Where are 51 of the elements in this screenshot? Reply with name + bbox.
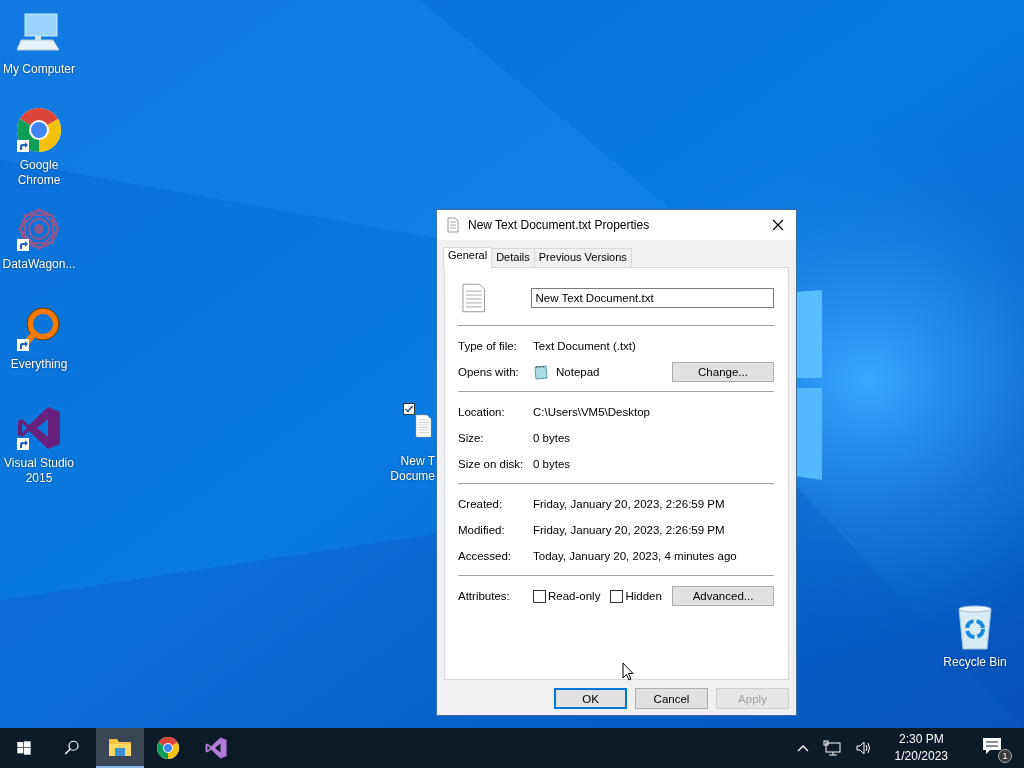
star-pattern-icon[interactable] [15, 205, 63, 253]
field-value: Friday, January 20, 2023, 2:26:59 PM [533, 524, 725, 536]
notification-icon[interactable] [982, 737, 1002, 755]
tab[interactable]: General [443, 247, 493, 268]
tab[interactable]: Previous Versions [533, 248, 632, 267]
icon-label[interactable]: Visual Studio 2015 [4, 456, 74, 486]
folder-icon[interactable] [96, 728, 144, 768]
checkbox[interactable] [610, 589, 624, 603]
field-label: Size: [458, 432, 485, 444]
icon-label[interactable]: Google Chrome [14, 158, 64, 188]
icon-label[interactable]: DataWagon... [2, 257, 76, 272]
notepad-icon [533, 364, 549, 380]
icon-label[interactable]: My Computer [3, 62, 75, 77]
chevron-up-icon[interactable] [796, 744, 809, 752]
notification-badge: 1 [998, 749, 1012, 763]
field-label: Modified: [458, 524, 506, 536]
checkbox-label[interactable]: Hidden [625, 590, 662, 602]
clock[interactable]: 2:30 PM 1/20/2023 [884, 731, 958, 765]
field-label: Attributes: [458, 590, 511, 602]
change-button[interactable]: Change... [672, 362, 774, 382]
file-name-field[interactable]: New Text Document.txt [530, 288, 774, 308]
field-value: Friday, January 20, 2023, 2:26:59 PM [533, 498, 725, 510]
field-value: 0 bytes [533, 458, 571, 470]
field-label: Opens with: [458, 366, 520, 378]
field-label: Type of file: [458, 340, 518, 352]
field-value: Text Document (.txt) [533, 340, 636, 352]
icon-label[interactable]: Everything [10, 357, 68, 372]
icon-label[interactable]: Recycle Bin [943, 655, 1007, 670]
dialog-button[interactable]: Cancel [635, 688, 708, 709]
field-value: Today, January 20, 2023, 4 minutes ago [533, 550, 737, 562]
checkbox[interactable] [533, 589, 546, 603]
checkbox-label[interactable]: Read-only [548, 590, 601, 602]
visual-studio-icon[interactable] [15, 404, 63, 452]
network-icon[interactable] [822, 740, 841, 756]
field-value: 0 bytes [533, 432, 571, 444]
text-file-icon [462, 283, 486, 313]
close-icon[interactable] [772, 219, 784, 231]
icon-label[interactable]: New T Docume [388, 454, 435, 484]
window-title: New Text Document.txt Properties [468, 218, 651, 232]
field-label: Created: [458, 498, 504, 510]
advanced-button[interactable]: Advanced... [672, 586, 774, 606]
field-label: Accessed: [458, 550, 513, 562]
dialog-button: Apply [716, 688, 789, 709]
checkbox[interactable] [403, 403, 415, 415]
field-label: Size on disk: [458, 458, 525, 470]
text-file-icon [447, 217, 459, 233]
speaker-icon[interactable] [854, 740, 873, 756]
field-label: Location: [458, 406, 506, 418]
dialog-button[interactable]: OK [554, 688, 627, 709]
field-value: Notepad [556, 366, 601, 378]
field-value: C:\Users\VM5\Desktop [533, 406, 650, 418]
